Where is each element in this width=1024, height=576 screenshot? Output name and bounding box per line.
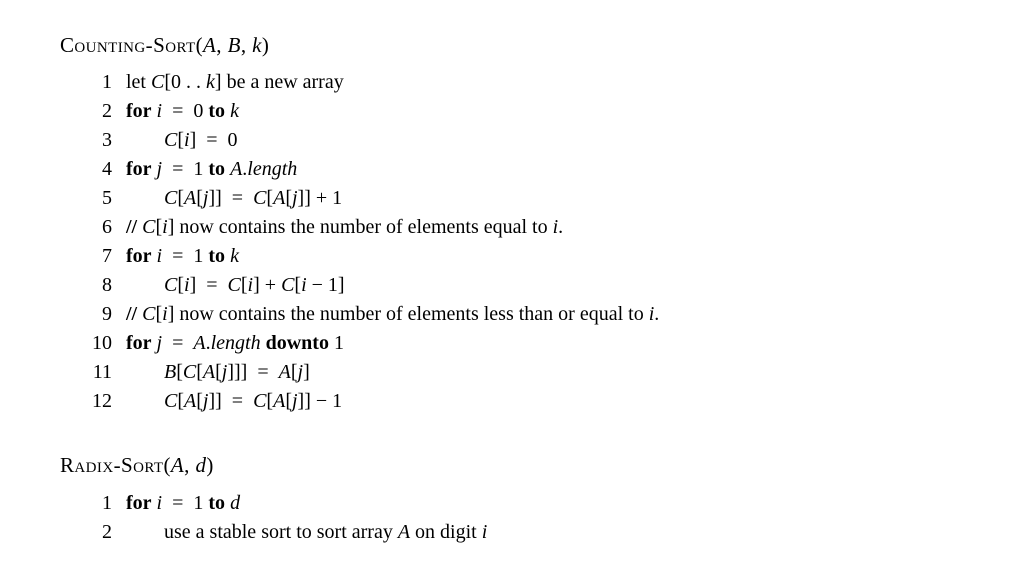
line-number: 2 xyxy=(78,518,126,547)
code-line: 8C[i] = C[i] + C[i − 1] xyxy=(78,271,1024,300)
line-number: 6 xyxy=(78,213,126,242)
code-line: 2use a stable sort to sort array A on di… xyxy=(78,518,1024,547)
pseudocode-counting-sort: 1let C[0 . . k] be a new array2for i = 0… xyxy=(78,68,1024,416)
statement: B[C[A[j]]] = A[j] xyxy=(126,358,310,387)
code-line: 5C[A[j]] = C[A[j]] + 1 xyxy=(78,184,1024,213)
statement: for i = 1 to d xyxy=(126,489,240,518)
algorithm-title-radix-sort: Radix-Sort(A, d) xyxy=(60,450,1024,480)
statement: // C[i] now contains the number of eleme… xyxy=(126,300,659,329)
pseudocode-radix-sort: 1for i = 1 to d2use a stable sort to sor… xyxy=(78,489,1024,547)
line-number: 11 xyxy=(78,358,126,387)
line-number: 5 xyxy=(78,184,126,213)
code-line: 4for j = 1 to A.length xyxy=(78,155,1024,184)
algo-name: Radix-Sort xyxy=(60,453,163,477)
line-number: 3 xyxy=(78,126,126,155)
code-line: 6// C[i] now contains the number of elem… xyxy=(78,213,1024,242)
statement: for j = A.length downto 1 xyxy=(126,329,344,358)
code-line: 12C[A[j]] = C[A[j]] − 1 xyxy=(78,387,1024,416)
line-number: 4 xyxy=(78,155,126,184)
statement: use a stable sort to sort array A on dig… xyxy=(126,518,487,547)
code-line: 3C[i] = 0 xyxy=(78,126,1024,155)
line-number: 10 xyxy=(78,329,126,358)
line-number: 1 xyxy=(78,68,126,97)
code-line: 2for i = 0 to k xyxy=(78,97,1024,126)
algo-params: (A, d) xyxy=(163,453,213,477)
code-line: 11B[C[A[j]]] = A[j] xyxy=(78,358,1024,387)
code-line: 10for j = A.length downto 1 xyxy=(78,329,1024,358)
algo-name: Counting-Sort xyxy=(60,33,196,57)
line-number: 7 xyxy=(78,242,126,271)
statement: for i = 1 to k xyxy=(126,242,239,271)
line-number: 12 xyxy=(78,387,126,416)
statement: C[A[j]] = C[A[j]] + 1 xyxy=(126,184,342,213)
code-line: 1for i = 1 to d xyxy=(78,489,1024,518)
statement: C[i] = C[i] + C[i − 1] xyxy=(126,271,345,300)
page: Counting-Sort(A, B, k) 1let C[0 . . k] b… xyxy=(0,0,1024,547)
statement: for i = 0 to k xyxy=(126,97,239,126)
algo-params: (A, B, k) xyxy=(196,33,270,57)
line-number: 2 xyxy=(78,97,126,126)
statement: // C[i] now contains the number of eleme… xyxy=(126,213,563,242)
line-number: 1 xyxy=(78,489,126,518)
code-line: 1let C[0 . . k] be a new array xyxy=(78,68,1024,97)
line-number: 8 xyxy=(78,271,126,300)
statement: for j = 1 to A.length xyxy=(126,155,297,184)
algorithm-title-counting-sort: Counting-Sort(A, B, k) xyxy=(60,30,1024,60)
statement: C[A[j]] = C[A[j]] − 1 xyxy=(126,387,342,416)
line-number: 9 xyxy=(78,300,126,329)
code-line: 9// C[i] now contains the number of elem… xyxy=(78,300,1024,329)
code-line: 7for i = 1 to k xyxy=(78,242,1024,271)
statement: C[i] = 0 xyxy=(126,126,238,155)
statement: let C[0 . . k] be a new array xyxy=(126,68,344,97)
